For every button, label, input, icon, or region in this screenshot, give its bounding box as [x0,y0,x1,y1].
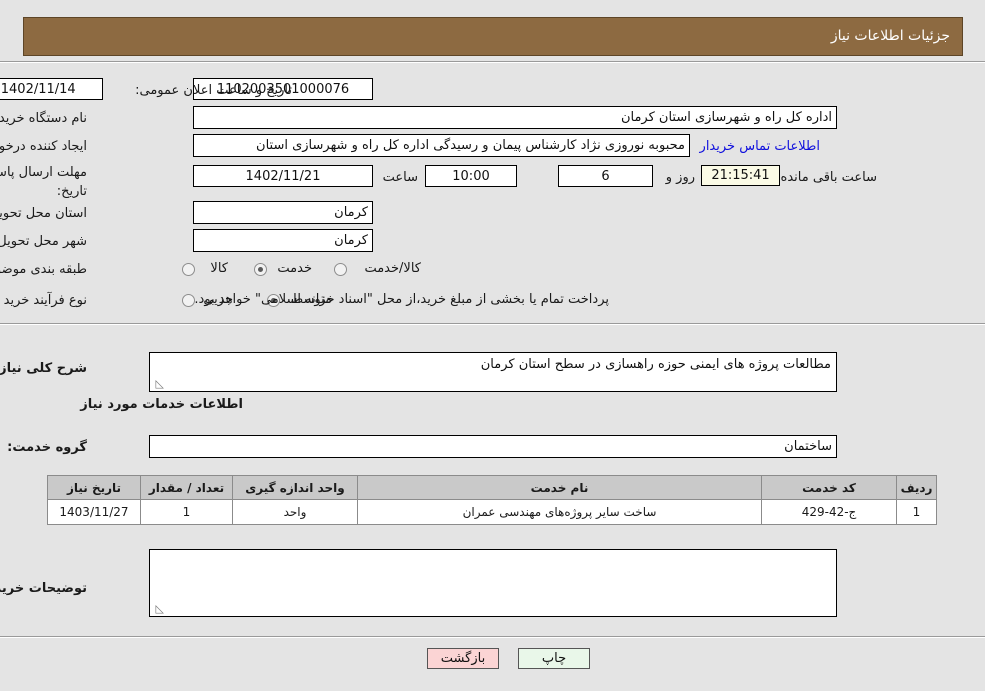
radio-category-kala-khedmat[interactable] [334,263,347,276]
deadline-label-line2: تاریخ: [56,184,87,199]
details-panel: شماره نیاز: 1102003501000076 تاریخ و ساع… [0,61,985,643]
description-value: مطالعات پروژه های ایمنی حوزه راهسازی در … [480,357,831,372]
deadline-date-value: 1402/11/21 [193,165,373,187]
divider-bottom [0,636,985,638]
radio-category-khedmat-label: خدمت [277,261,312,276]
table-col-quantity: تعداد / مقدار [140,475,233,500]
public-announce-value: 1402/11/14 - 11:32 [0,78,103,100]
province-label: استان محل تحویل: [0,206,87,221]
page-title: جزئیات اطلاعات نیاز [830,28,950,44]
print-button[interactable]: چاپ [518,648,590,669]
radio-category-kala[interactable] [182,263,195,276]
category-label: طبقه بندی موضوعی: [0,262,87,277]
description-textarea[interactable]: مطالعات پروژه های ایمنی حوزه راهسازی در … [149,352,837,392]
treasury-note: پرداخت تمام یا بخشی از مبلغ خرید،از محل … [194,292,609,307]
table-col-date: تاریخ نیاز [47,475,141,500]
remaining-time-value: 21:15:41 [701,165,780,186]
deadline-hour-value: 10:00 [425,165,517,187]
cell-unit: واحد [232,499,358,525]
page-root: AriaTender.net جزئیات اطلاعات نیاز شماره… [0,0,985,691]
divider-description [0,323,985,325]
buyer-notes-textarea[interactable]: ◺ [149,549,837,617]
table-col-name: نام خدمت [357,475,762,500]
divider-top [0,61,985,63]
services-section-title: اطلاعات خدمات مورد نیاز [80,397,243,412]
table-col-code: کد خدمت [761,475,897,500]
cell-quantity: 1 [140,499,233,525]
resize-grip-icon-notes[interactable]: ◺ [152,603,164,615]
province-value: کرمان [193,201,373,224]
radio-category-khedmat[interactable] [254,263,267,276]
services-table: ردیف کد خدمت نام خدمت واحد اندازه گیری ت… [47,475,937,525]
deadline-hour-label: ساعت [382,170,418,185]
cell-row: 1 [896,499,937,525]
remaining-time-label: ساعت باقی مانده [780,170,877,185]
back-button[interactable]: بازگشت [427,648,499,669]
buyer-org-value: اداره کل راه و شهرسازی استان کرمان [193,106,837,129]
service-group-value: ساختمان [149,435,837,458]
remaining-days-label: روز و [665,170,695,185]
cell-name: ساخت سایر پروژه‌های مهندسی عمران [357,499,762,525]
buyer-notes-label: توضیحات خریدار: [0,581,87,596]
radio-category-kala-label: کالا [210,261,228,276]
city-label: شهر محل تحویل: [0,234,87,249]
process-label: نوع فرآیند خرید : [0,293,87,308]
radio-process-jozii[interactable] [182,294,195,307]
radio-category-kala-khedmat-label: کالا/خدمت [364,261,421,276]
city-value: کرمان [193,229,373,252]
resize-grip-icon[interactable]: ◺ [152,378,164,390]
public-announce-label: تاریخ و ساعت اعلان عمومی: [135,83,292,98]
remaining-days-value: 6 [558,165,653,187]
table-col-unit: واحد اندازه گیری [232,475,358,500]
table-col-row: ردیف [896,475,937,500]
description-label: شرح کلی نیاز: [0,361,87,376]
cell-date: 1403/11/27 [47,499,141,525]
cell-code: ج-42-429 [761,499,897,525]
buyer-contact-link[interactable]: اطلاعات تماس خریدار [700,139,820,154]
buyer-org-label: نام دستگاه خریدار: [0,111,87,126]
service-group-label: گروه خدمت: [7,440,87,455]
table-header-row: ردیف کد خدمت نام خدمت واحد اندازه گیری ت… [47,475,937,500]
deadline-label-line1: مهلت ارسال پاسخ: تا [0,165,87,180]
header-bar: جزئیات اطلاعات نیاز [23,17,963,56]
table-row: 1 ج-42-429 ساخت سایر پروژه‌های مهندسی عم… [47,499,937,525]
requester-value: محبوبه نوروزی نژاد کارشناس پیمان و رسیدگ… [193,134,690,157]
requester-label: ایجاد کننده درخواست: [0,139,87,154]
